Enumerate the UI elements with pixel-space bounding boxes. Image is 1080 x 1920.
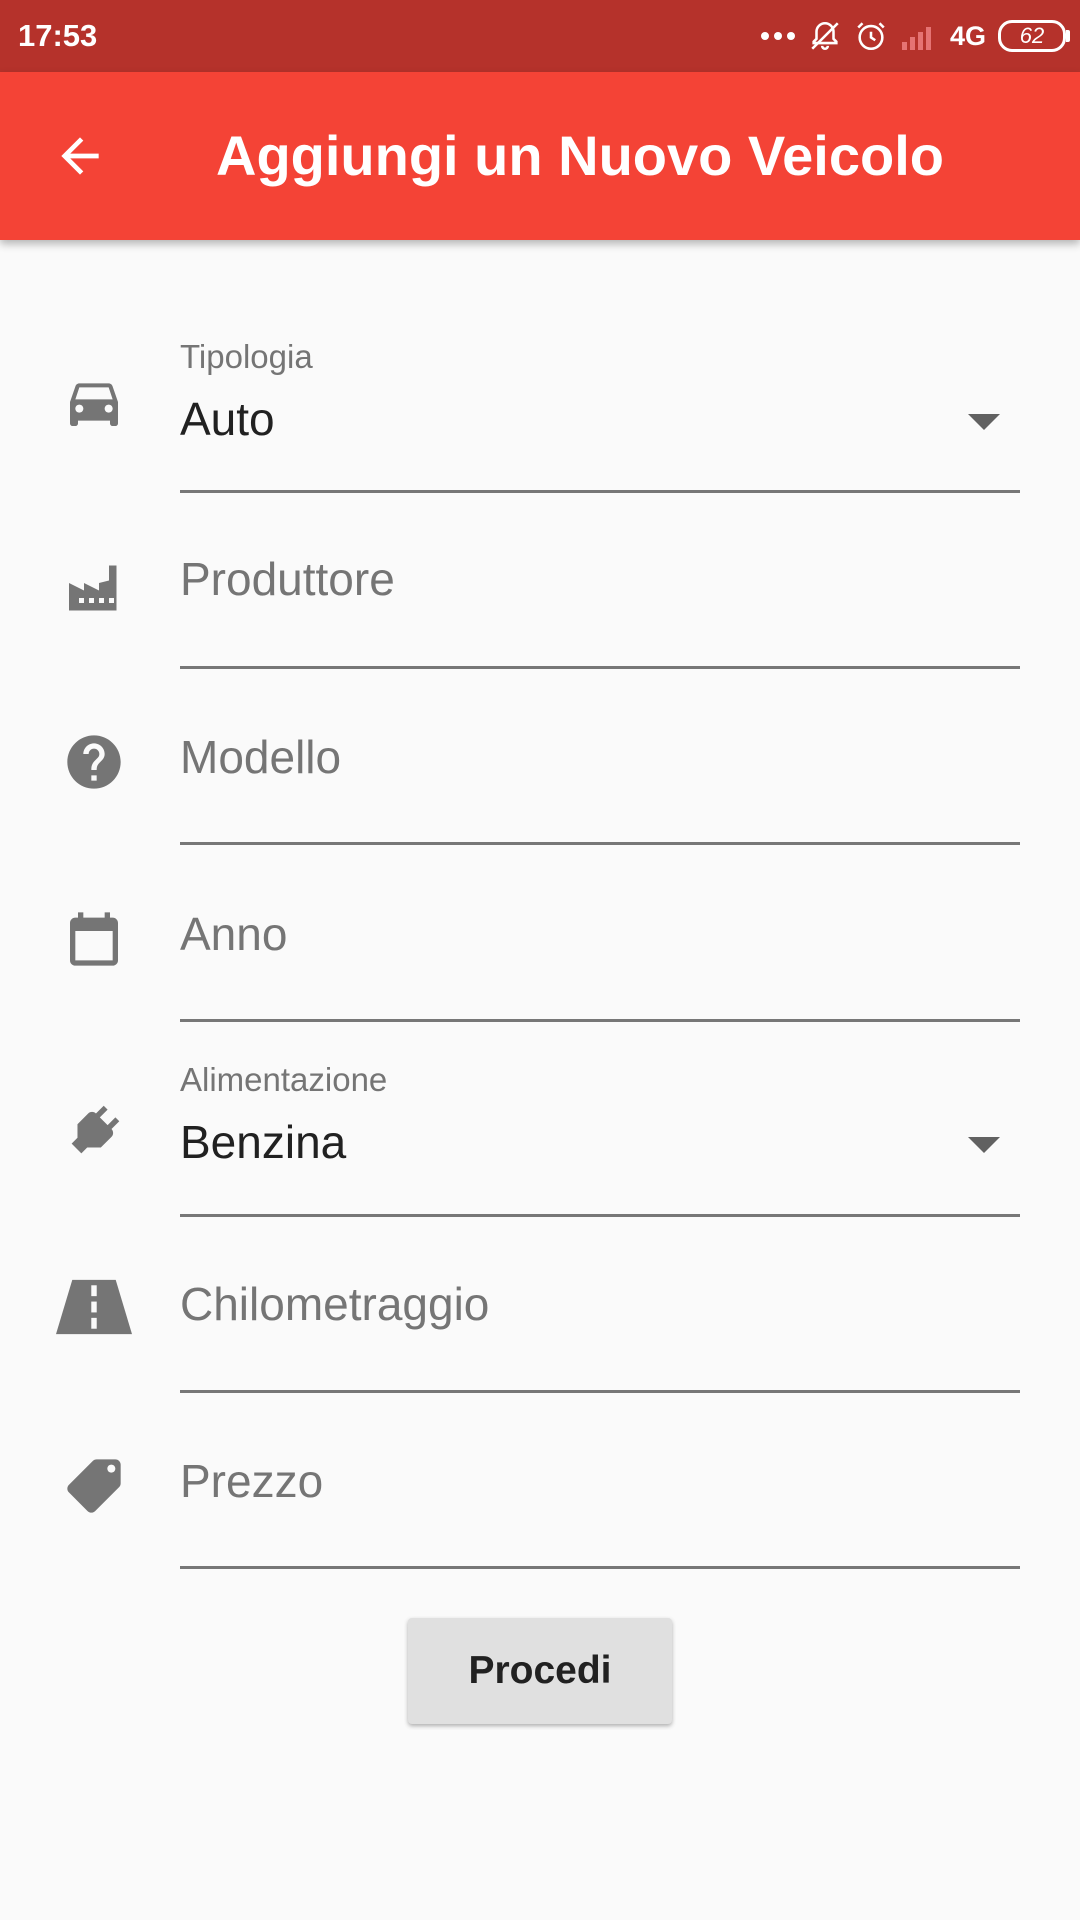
arrow-back-icon (61, 137, 99, 175)
prezzo-field (0, 1442, 1080, 1572)
tipologia-label: Tipologia (180, 338, 313, 375)
tipologia-value: Auto (180, 393, 275, 445)
page-title: Aggiungi un Nuovo Veicolo (216, 124, 944, 187)
alimentazione-label: Alimentazione (180, 1061, 388, 1098)
anno-input[interactable] (180, 899, 1000, 969)
produttore-input[interactable] (180, 544, 1000, 614)
battery-icon: 62 (998, 20, 1070, 52)
produttore-underline (180, 666, 1020, 669)
prezzo-input[interactable] (180, 1446, 1000, 1516)
procedi-button[interactable]: Procedi (408, 1618, 672, 1724)
road-icon (52, 1269, 136, 1345)
prezzo-underline (180, 1566, 1020, 1569)
status-icons: 4G 62 (760, 0, 1070, 72)
more-dots-icon (760, 32, 795, 40)
alimentazione-value: Benzina (180, 1116, 347, 1168)
battery-level: 62 (1019, 23, 1045, 48)
notifications-off-icon (811, 21, 839, 50)
tipologia-underline (180, 490, 1020, 493)
chilometraggio-input[interactable] (180, 1269, 1000, 1339)
alarm-icon (857, 22, 885, 51)
tipologia-dropdown[interactable]: Tipologia Auto (0, 330, 1080, 500)
app-bar: Aggiungi un Nuovo Veicolo (0, 72, 1080, 240)
dropdown-arrow-icon (968, 414, 1000, 430)
factory-icon (56, 550, 132, 626)
signal-icon (901, 27, 931, 50)
calendar-icon (56, 901, 132, 977)
dropdown-arrow-icon (968, 1137, 1000, 1153)
chilometraggio-underline (180, 1390, 1020, 1393)
status-bar: 17:53 4G 62 (0, 0, 1080, 72)
help-circle-icon (56, 724, 132, 800)
network-type: 4G (949, 20, 986, 51)
produttore-field (0, 540, 1080, 670)
status-time: 17:53 (18, 18, 98, 53)
car-icon (56, 364, 132, 440)
modello-input[interactable] (180, 722, 1000, 792)
fuel-plug-icon (56, 1093, 132, 1169)
modello-field (0, 718, 1080, 848)
anno-underline (180, 1019, 1020, 1022)
chilometraggio-field (0, 1265, 1080, 1395)
back-button[interactable] (40, 116, 120, 196)
price-tag-icon (56, 1448, 132, 1524)
anno-field (0, 895, 1080, 1025)
alimentazione-dropdown[interactable]: Alimentazione Benzina (0, 1053, 1080, 1218)
modello-underline (180, 842, 1020, 845)
alimentazione-underline (180, 1214, 1020, 1217)
